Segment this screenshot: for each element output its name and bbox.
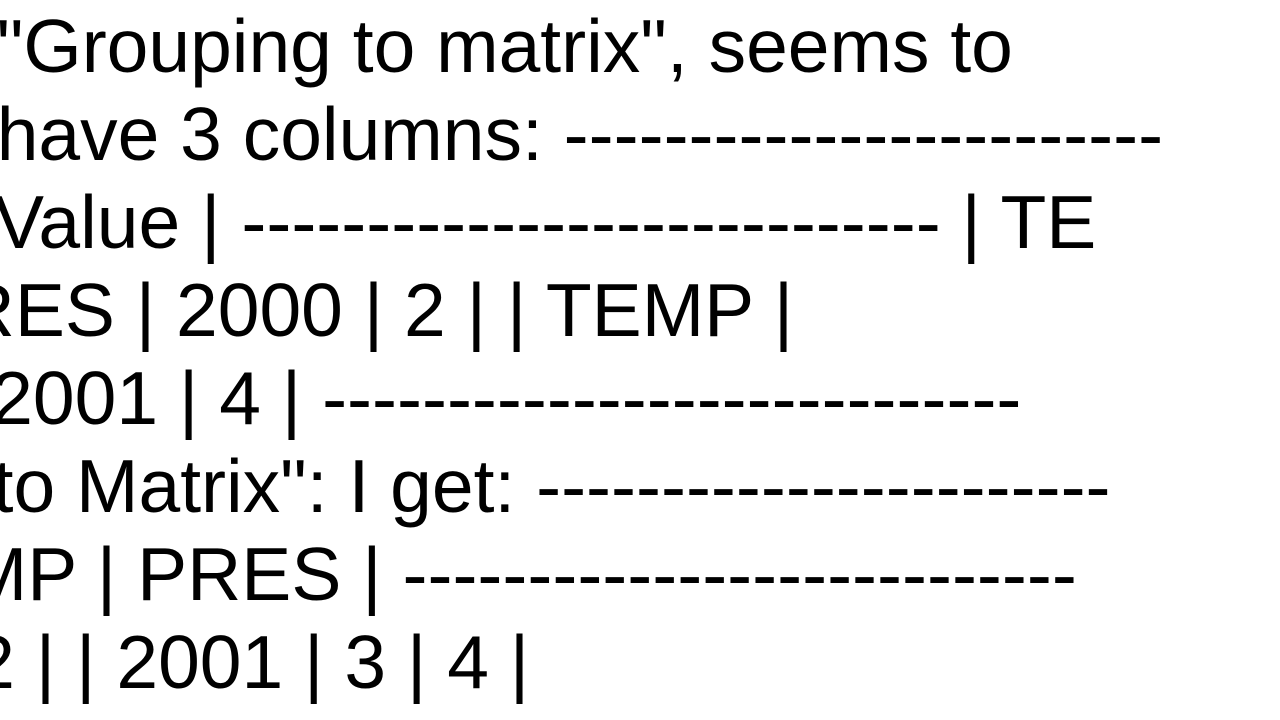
cropped-forum-text: tried "Grouping to matrix", seems to rio…: [0, 2, 1110, 706]
text-line-3: | yr | Value | -------------------------…: [0, 178, 1110, 266]
text-line-2: rio: I have 3 columns: -----------------…: [0, 90, 1110, 178]
text-line-7: | TEMP | PRES | ------------------------…: [0, 530, 1110, 618]
text-line-8: | 1 | 2 | | 2001 | 3 | 4 |: [0, 618, 1110, 706]
text-line-6: ping to Matrix": I get: ----------------…: [0, 442, 1110, 530]
text-line-5: ES | 2001 | 4 | ------------------------…: [0, 354, 1110, 442]
text-line-1: tried "Grouping to matrix", seems to: [0, 2, 1110, 90]
text-line-4: | | PRES | 2000 | 2 | | TEMP |: [0, 266, 1110, 354]
